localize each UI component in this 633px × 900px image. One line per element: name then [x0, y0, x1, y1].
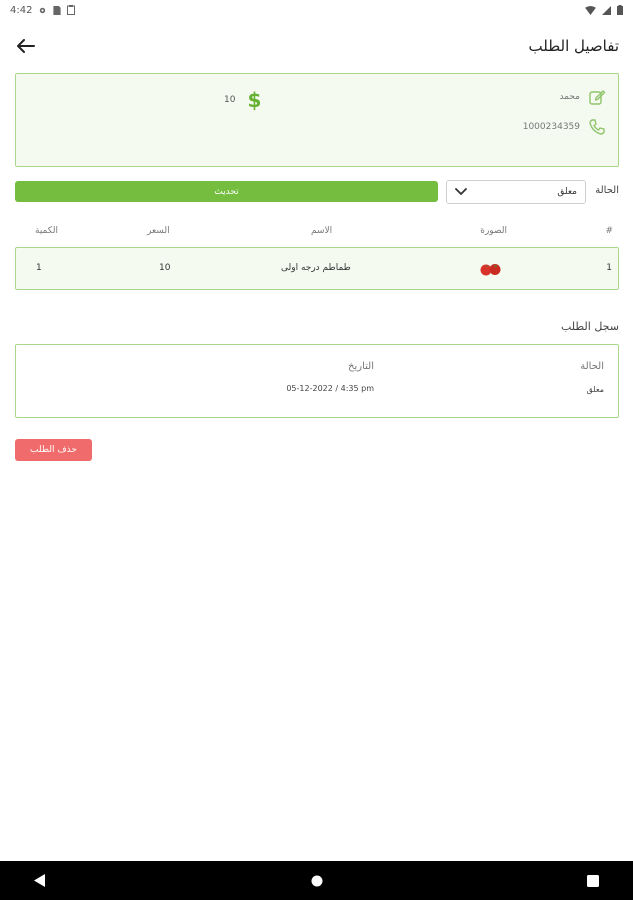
- delete-order-button[interactable]: حذف الطلب: [15, 439, 92, 461]
- customer-info-card: محمد 1000234359 10 $: [15, 73, 619, 167]
- log-header-date: التاريخ: [348, 361, 374, 372]
- item-name: طماطم درجه اولى: [281, 263, 351, 273]
- item-index: 1: [606, 263, 612, 273]
- header-qty: الكمية: [35, 226, 58, 236]
- square-recents-icon: [587, 874, 599, 887]
- settings-icon: [38, 6, 47, 15]
- status-dropdown[interactable]: معلق: [446, 180, 586, 204]
- wifi-icon: [585, 5, 596, 15]
- dollar-icon: $: [247, 88, 262, 112]
- status-bar: 4:42: [0, 0, 633, 20]
- back-button[interactable]: [14, 34, 38, 58]
- header-price: السعر: [147, 226, 170, 236]
- tomato-image: [480, 264, 501, 276]
- edit-icon: [589, 90, 606, 105]
- system-navigation-bar: [0, 861, 633, 900]
- status-bar-left: 4:42: [10, 4, 76, 16]
- triangle-back-icon: [34, 874, 45, 887]
- nav-recents-button[interactable]: [581, 869, 605, 893]
- clipboard-icon: [67, 5, 76, 15]
- status-label: الحالة: [595, 185, 619, 196]
- table-row: 1 طماطم درجه اولى 10 1: [15, 247, 619, 290]
- items-table-header: # الصورة الاسم السعر الكمية: [15, 224, 619, 240]
- customer-name: محمد: [559, 92, 580, 102]
- order-status-row: تحديث معلق الحالة: [15, 180, 619, 204]
- header-image: الصورة: [480, 226, 507, 236]
- header-hash: #: [605, 226, 613, 236]
- status-time: 4:42: [10, 4, 33, 16]
- arrow-left-icon: [17, 39, 35, 53]
- phone-icon: [589, 119, 605, 135]
- status-dropdown-value: معلق: [557, 187, 577, 197]
- page-title: تفاصيل الطلب: [528, 37, 619, 55]
- log-header-status: الحالة: [580, 361, 604, 372]
- customer-name-row: محمد: [559, 88, 606, 106]
- log-entry-status: معلق: [586, 385, 604, 394]
- circle-home-icon: [311, 875, 322, 886]
- log-entry-date: 05-12-2022 / 4:35 pm: [286, 384, 374, 393]
- signal-icon: [602, 5, 611, 15]
- item-price: 10: [159, 263, 171, 273]
- item-qty: 1: [36, 263, 42, 273]
- order-log-title: سجل الطلب: [560, 320, 619, 333]
- battery-icon: [617, 5, 623, 15]
- nav-back-button[interactable]: [28, 869, 52, 893]
- status-bar-right: [585, 5, 623, 15]
- order-details-screen: 4:42 تفاصيل الطلب محمد 1000234359 10 $ ت…: [0, 0, 633, 900]
- header-name: الاسم: [311, 226, 333, 236]
- order-total-value: 10: [224, 95, 236, 105]
- update-status-button[interactable]: تحديث: [15, 181, 438, 202]
- order-total-row: 10 $: [224, 88, 261, 112]
- sim-card-icon: [53, 5, 62, 15]
- order-log-card: الحالة التاريخ معلق 05-12-2022 / 4:35 pm: [15, 344, 619, 418]
- nav-home-button[interactable]: [305, 869, 329, 893]
- app-bar: تفاصيل الطلب: [0, 28, 633, 64]
- customer-phone-row: 1000234359: [523, 118, 606, 136]
- customer-phone: 1000234359: [522, 122, 580, 132]
- chevron-down-icon: [455, 188, 467, 195]
